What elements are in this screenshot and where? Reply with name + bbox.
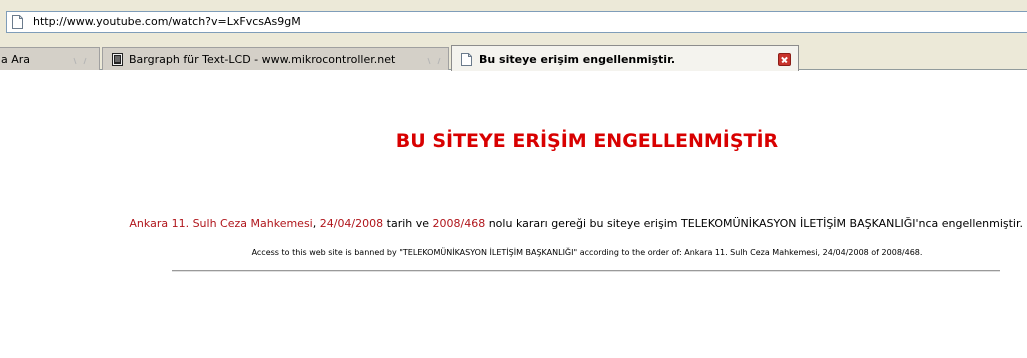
tab-label: a Ara (1, 53, 31, 66)
address-bar[interactable]: http://www.youtube.com/watch?v=LxFvcsAs9… (6, 11, 1027, 33)
access-notice: Access to this web site is banned by "TE… (251, 248, 923, 257)
tab-search[interactable]: a Ara (0, 47, 100, 70)
tab-strip: a Ara Bargraph für Text-LCD - www.mikroc… (0, 44, 1027, 71)
browser-toolbar: http://www.youtube.com/watch?v=LxFvcsAs9… (0, 0, 1027, 44)
page-icon (12, 15, 23, 29)
text-rest: nolu kararı gereği bu siteye erişim TELE… (485, 217, 1023, 230)
tab-active-blocked[interactable]: Bu siteye erişim engellenmiştir. (451, 45, 799, 71)
close-icon[interactable] (427, 57, 441, 65)
url-text[interactable]: http://www.youtube.com/watch?v=LxFvcsAs9… (33, 15, 301, 28)
page-icon (461, 53, 472, 66)
tab-mikrocontroller[interactable]: Bargraph für Text-LCD - www.mikrocontrol… (102, 47, 449, 70)
lcd-icon (112, 53, 123, 66)
tab-label: Bargraph für Text-LCD - www.mikrocontrol… (129, 53, 396, 66)
close-icon[interactable] (73, 57, 87, 65)
decision-number-link[interactable]: 2008/468 (433, 217, 486, 230)
date-link[interactable]: 24/04/2008 (320, 217, 383, 230)
text-tarih-ve: tarih ve (383, 217, 433, 230)
ban-statement: Ankara 11. Sulh Ceza Mahkemesi, 24/04/20… (129, 217, 1023, 230)
separator: , (312, 217, 320, 230)
page-title: BU SİTEYE ERİŞİM ENGELLENMİŞTİR (395, 130, 779, 152)
divider (172, 270, 1000, 272)
close-icon[interactable] (778, 53, 791, 66)
tab-label: Bu siteye erişim engellenmiştir. (479, 53, 676, 66)
court-link[interactable]: Ankara 11. Sulh Ceza Mahkemesi (129, 217, 312, 230)
